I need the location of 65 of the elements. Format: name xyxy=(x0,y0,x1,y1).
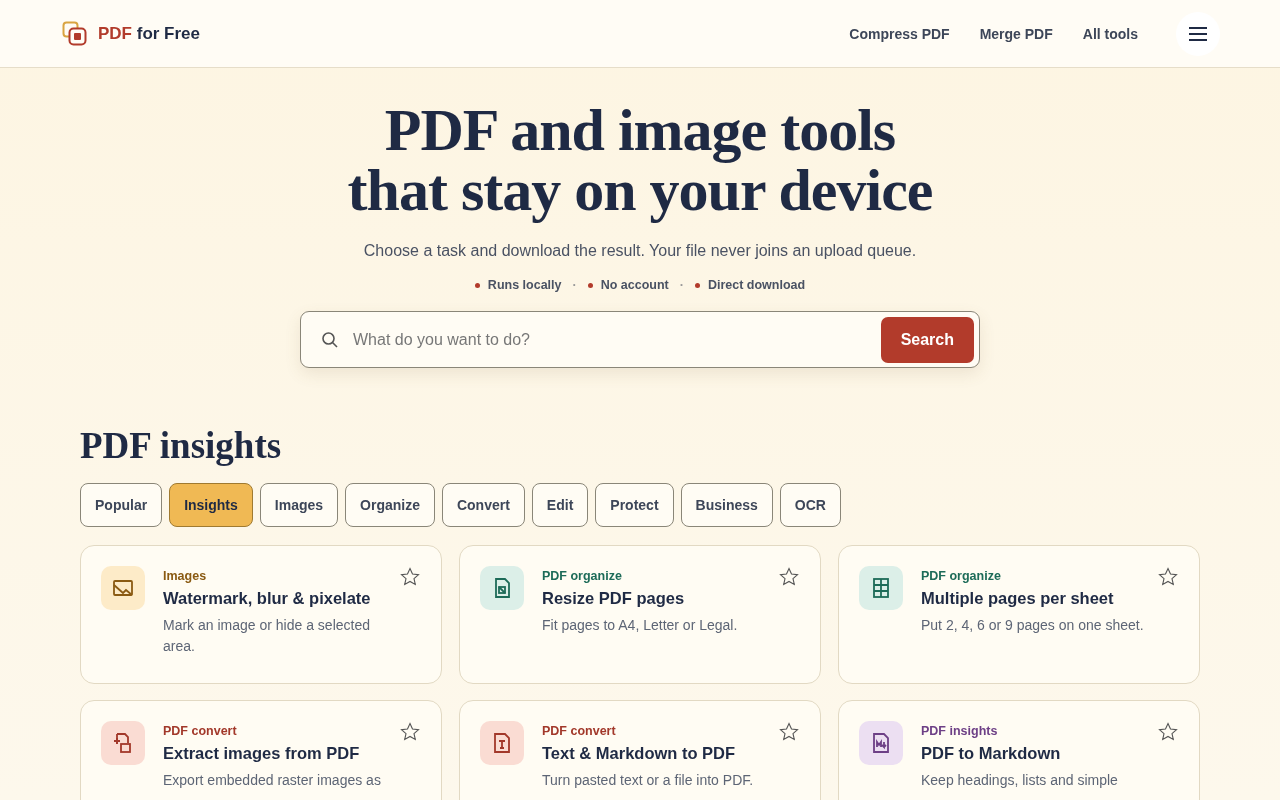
bullet-icon xyxy=(474,282,480,288)
bullet-icon xyxy=(694,282,700,288)
feature-label: No account xyxy=(600,278,669,292)
tool-description: Turn pasted text or a file into PDF. xyxy=(542,771,755,790)
hero-subtitle: Choose a task and download the result. Your file never joins an upload queue. xyxy=(363,242,917,260)
filter-tab[interactable]: Convert xyxy=(441,483,525,527)
tool-icon xyxy=(859,721,903,765)
tool-title: Text & Markdown to PDF xyxy=(542,744,737,763)
filter-tab[interactable]: Popular xyxy=(80,483,163,527)
tool-card[interactable]: PDF insights PDF to Markdown Keep headings, lists and simple xyxy=(838,700,1200,800)
tool-icon xyxy=(480,721,524,765)
search-button[interactable]: Search xyxy=(880,316,974,363)
tool-card[interactable]: Images Watermark, blur & pixelate Mark an image or hide a selected area. xyxy=(80,545,442,684)
tool-title: PDF to Markdown xyxy=(921,744,1062,763)
category-label: PDF organize xyxy=(921,569,1002,583)
tool-title: Extract images from PDF xyxy=(163,744,361,763)
category-label: Images xyxy=(163,569,208,583)
tool-title: Watermark, blur & pixelate xyxy=(163,589,372,608)
nav-link[interactable]: All tools xyxy=(1082,25,1138,42)
separator-dot: · xyxy=(572,278,577,292)
filter-tab[interactable]: Protect xyxy=(595,483,674,527)
tool-icon xyxy=(859,566,903,610)
tool-card[interactable]: PDF organize Multiple pages per sheet Put 2, 4, 6 or 9 pages on one sheet. xyxy=(838,545,1200,684)
tool-card[interactable]: PDF convert Text & Markdown to PDF Turn pasted text or a file into PDF. xyxy=(459,700,821,800)
section-title: PDF insights xyxy=(80,424,283,467)
star-icon[interactable] xyxy=(779,567,799,586)
tool-description: Put 2, 4, 6 or 9 pages on one sheet. xyxy=(921,616,1145,635)
filter-tab[interactable]: Business xyxy=(680,483,773,527)
menu-icon xyxy=(1188,25,1208,42)
tool-icon xyxy=(480,566,524,610)
menu-button[interactable] xyxy=(1176,11,1220,56)
filter-tab[interactable]: Edit xyxy=(531,483,589,527)
tool-title: Resize PDF pages xyxy=(542,589,686,608)
tool-description: Keep headings, lists and simple xyxy=(921,771,1119,790)
star-icon[interactable] xyxy=(400,722,420,741)
logo-icon xyxy=(62,20,88,47)
filter-tab[interactable]: Organize xyxy=(345,483,435,527)
feature-label: Runs locally xyxy=(487,278,562,292)
tool-description: Export embedded raster images as xyxy=(163,771,382,790)
bullet-icon xyxy=(587,282,593,288)
category-label: PDF convert xyxy=(542,724,617,738)
filter-tab[interactable]: Insights xyxy=(169,483,253,527)
tool-description: Fit pages to A4, Letter or Legal. xyxy=(542,616,739,635)
tool-description: Mark an image or hide a selected area. xyxy=(163,616,371,656)
search-field[interactable]: What do you want to do? Search xyxy=(300,311,980,368)
feature-label: Direct download xyxy=(707,278,806,292)
category-label: PDF insights xyxy=(921,724,999,738)
star-icon[interactable] xyxy=(400,567,420,586)
filter-tab[interactable]: Images xyxy=(259,483,339,527)
filter-tab[interactable]: OCR xyxy=(779,483,841,527)
tool-title: Multiple pages per sheet xyxy=(921,589,1115,608)
tool-card[interactable]: PDF organize Resize PDF pages Fit pages to A4, Letter or Legal. xyxy=(459,545,821,684)
brand-name[interactable]: PDF for Free xyxy=(98,23,201,44)
category-label: PDF convert xyxy=(163,724,238,738)
tool-icon xyxy=(101,566,145,610)
star-icon[interactable] xyxy=(1158,722,1178,741)
nav-link[interactable]: Compress PDF xyxy=(849,25,950,42)
star-icon[interactable] xyxy=(1158,567,1178,586)
category-label: PDF organize xyxy=(542,569,623,583)
separator-dot: · xyxy=(679,278,684,292)
nav-link[interactable]: Merge PDF xyxy=(979,25,1053,42)
tool-card[interactable]: PDF convert Extract images from PDF Export embedded raster images as xyxy=(80,700,442,800)
star-icon[interactable] xyxy=(779,722,799,741)
tool-icon xyxy=(101,721,145,765)
search-icon xyxy=(321,330,339,349)
